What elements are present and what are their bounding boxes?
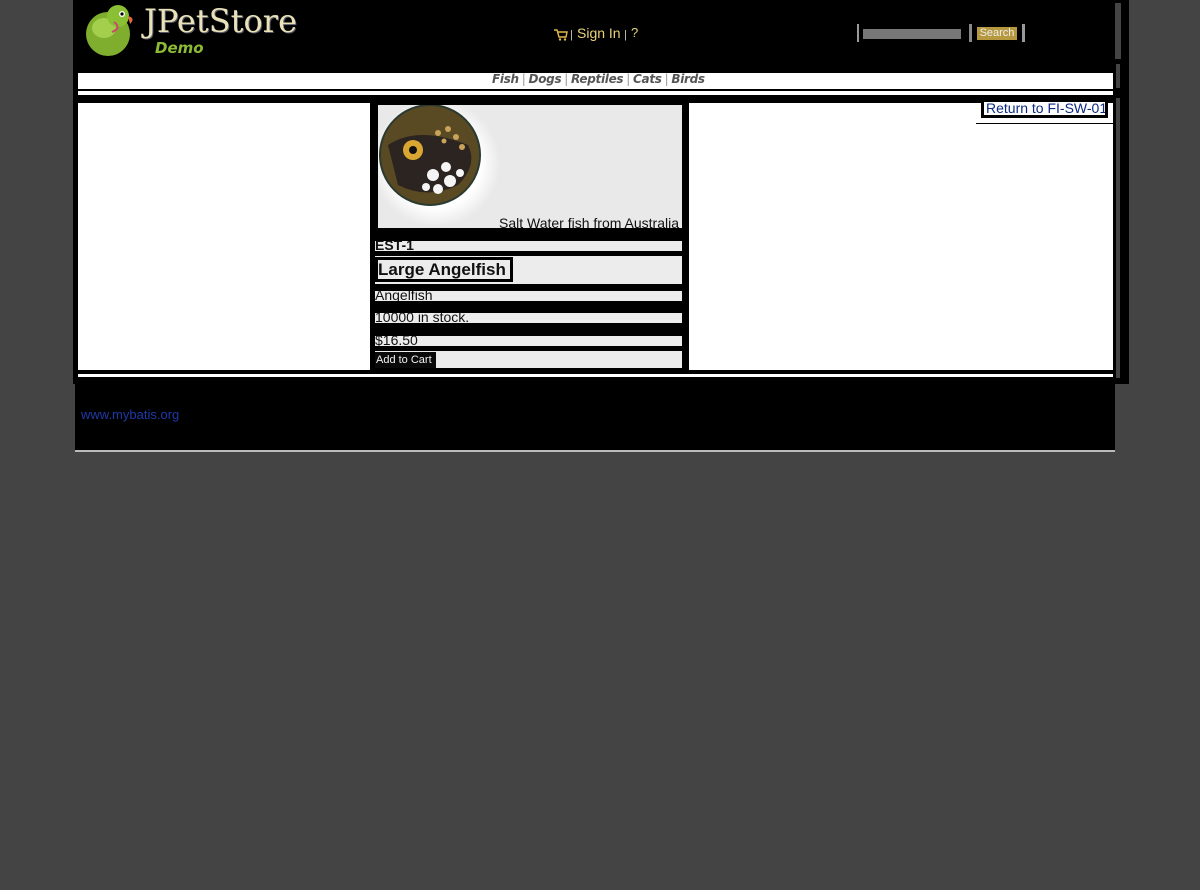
quick-link-separator: | (564, 72, 569, 86)
frame-gap (1115, 3, 1121, 59)
footer: www.mybatis.org (75, 384, 1115, 450)
fish-image-icon (378, 105, 500, 227)
divider (78, 374, 1113, 377)
divider (78, 91, 1113, 95)
brand-subtitle: Demo (155, 39, 204, 57)
return-to-product-link[interactable]: Return to FI-SW-01 (981, 99, 1108, 118)
product-name: Angelfish (375, 291, 433, 301)
quick-link-reptiles[interactable]: Reptiles (571, 72, 624, 86)
quick-link-separator: | (626, 72, 631, 86)
item-image-cell: Salt Water fish from Australia (378, 105, 682, 228)
quick-link-cats[interactable]: Cats (633, 72, 662, 86)
logo[interactable]: JPetStore Demo (84, 2, 304, 58)
quick-link-separator: | (521, 72, 526, 86)
brand-title: JPetStore (144, 2, 297, 40)
frame-gap (1116, 98, 1120, 378)
item-detail-table: Salt Water fish from Australia EST-1 Lar… (375, 103, 684, 370)
item-name: Large Angelfish (375, 257, 513, 282)
footer-divider (75, 450, 1115, 452)
sign-in-link[interactable]: Sign In (577, 25, 621, 41)
help-link[interactable]: ? (631, 25, 638, 40)
quick-link-dogs[interactable]: Dogs (529, 72, 562, 86)
add-to-cart-cell: Add to Cart (375, 351, 682, 368)
content-right-panel (689, 103, 1113, 370)
stock-quantity: 10000 in stock. (375, 313, 470, 323)
content-left-panel (78, 103, 370, 370)
item-name-cell: Large Angelfish (375, 256, 682, 284)
quick-links-bar: Fish | Dogs | Reptiles | Cats | Birds (78, 72, 1113, 89)
quick-link-separator: | (664, 72, 669, 86)
search-input[interactable] (863, 29, 961, 39)
item-id: EST-1 (375, 241, 414, 251)
divider (976, 123, 1113, 124)
menu-separator: | (570, 29, 573, 41)
cart-icon[interactable] (554, 29, 568, 41)
search-divider (1022, 24, 1025, 42)
mybatis-link[interactable]: www.mybatis.org (81, 407, 179, 422)
item-price: $16.50 (375, 336, 418, 346)
search-divider (857, 24, 859, 42)
frame-gap (1116, 64, 1120, 88)
quick-link-birds[interactable]: Birds (671, 72, 705, 86)
price-cell: $16.50 (375, 336, 682, 346)
item-id-cell: EST-1 (375, 241, 682, 251)
quick-link-fish[interactable]: Fish (492, 72, 519, 86)
item-description: Salt Water fish from Australia (499, 215, 679, 228)
search-divider (969, 24, 972, 42)
menu-separator: | (624, 29, 627, 41)
stock-cell: 10000 in stock. (375, 313, 682, 323)
parrot-logo-icon (86, 5, 133, 56)
search-button[interactable]: Search (977, 27, 1017, 40)
product-name-cell: Angelfish (375, 291, 682, 301)
add-to-cart-button[interactable]: Add to Cart (375, 352, 436, 368)
